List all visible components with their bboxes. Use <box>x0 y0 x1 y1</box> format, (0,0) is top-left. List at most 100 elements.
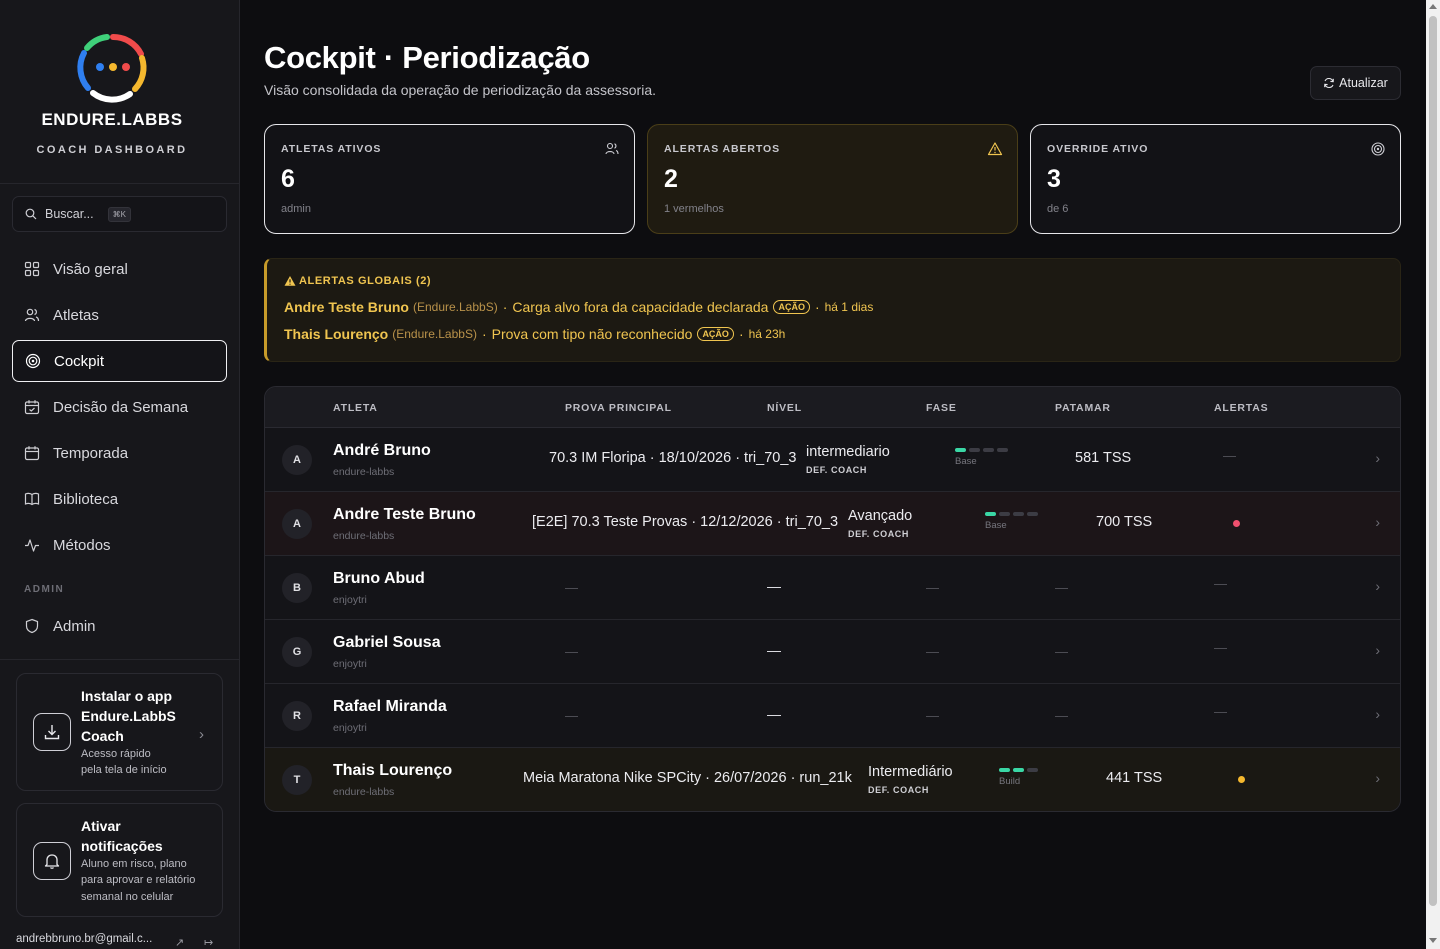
scroll-up-arrow-icon[interactable] <box>1429 4 1437 9</box>
stat-label: ALERTAS ABERTOS <box>664 143 780 155</box>
level-value: Intermediário <box>868 764 953 780</box>
alert-action-badge: AÇÃO <box>773 300 810 314</box>
alert-action-badge: AÇÃO <box>697 327 734 341</box>
level-value: Avançado <box>848 508 913 524</box>
nav-item-admin[interactable]: Admin <box>12 605 227 647</box>
column-header-nivel: NÍVEL <box>767 402 802 414</box>
phase-indicator: Build <box>999 768 1038 787</box>
tss-empty: — <box>1055 708 1068 723</box>
stat-value: 3 <box>1047 165 1061 193</box>
install-app-title: Instalar o app Endure.LabbS Coach <box>81 688 176 744</box>
phase-indicator: Base <box>985 512 1038 531</box>
main-race: [E2E] 70.3 Teste Provas · 12/12/2026 · t… <box>532 514 839 530</box>
scrollbar-thumb[interactable] <box>1429 16 1437 906</box>
athlete-org: enjoytri <box>333 594 367 606</box>
external-link-icon[interactable]: ↗ <box>175 936 184 949</box>
scroll-down-arrow-icon[interactable] <box>1429 938 1437 943</box>
stat-value: 2 <box>664 165 678 193</box>
alert-empty: — <box>1223 448 1236 463</box>
brand-block: ENDURE.LABBS COACH DASHBOARD <box>0 0 239 184</box>
phase-bars <box>985 512 1038 516</box>
chevron-right-icon[interactable]: › <box>1375 642 1380 658</box>
nav-item-biblioteca[interactable]: Biblioteca <box>12 478 227 520</box>
nav-item-cockpit[interactable]: Cockpit <box>12 340 227 382</box>
alert-message: Prova com tipo não reconhecido <box>491 326 693 342</box>
page-subtitle: Visão consolidada da operação de periodi… <box>264 82 657 98</box>
phase-empty: — <box>926 708 939 723</box>
stat-sub: admin <box>281 203 311 215</box>
enable-notifications-card[interactable]: Ativar notificações Aluno em risco, plan… <box>16 803 223 917</box>
phase-bars <box>999 768 1038 772</box>
athlete-name: Rafael Miranda <box>333 698 447 715</box>
avatar: A <box>282 445 312 475</box>
avatar: T <box>282 765 312 795</box>
phase-label: Base <box>955 456 977 467</box>
grid-icon <box>24 261 40 277</box>
chevron-right-icon[interactable]: › <box>1375 770 1380 786</box>
table-row[interactable]: R Rafael Miranda enjoytri — — — — — › <box>265 684 1400 748</box>
nav-item-visao-geral[interactable]: Visão geral <box>12 248 227 290</box>
athlete-name: Gabriel Sousa <box>333 634 441 651</box>
stat-value: 6 <box>281 165 295 193</box>
admin-section-heading: ADMIN <box>24 584 65 595</box>
stat-label: OVERRIDE ATIVO <box>1047 143 1149 155</box>
user-email: andrebbruno.br@gmail.c... <box>16 933 153 945</box>
refresh-button[interactable]: Atualizar <box>1310 66 1401 100</box>
shield-icon <box>25 618 39 634</box>
level-tag: DEF. COACH <box>848 529 910 539</box>
nav-item-decisao-da-semana[interactable]: Decisão da Semana <box>12 386 227 428</box>
avatar: B <box>282 573 312 603</box>
nav-label: Cockpit <box>54 352 105 370</box>
alert-separator: · <box>814 299 820 315</box>
search-label: Buscar... <box>45 207 94 221</box>
search-icon <box>25 208 37 220</box>
sidebar-divider <box>0 659 239 660</box>
alert-dot-amber <box>1238 776 1245 783</box>
nav-label: Visão geral <box>53 260 128 278</box>
table-row[interactable]: G Gabriel Sousa enjoytri — — — — — › <box>265 620 1400 684</box>
table-row[interactable]: A André Bruno endure-labbs 70.3 IM Flori… <box>265 428 1400 492</box>
install-app-desc-line2: pela tela de início <box>81 764 167 776</box>
athlete-org: endure-labbs <box>333 530 395 542</box>
alert-dot-red <box>1233 520 1240 527</box>
table-row[interactable]: B Bruno Abud enjoytri — — — — — › <box>265 556 1400 620</box>
phase-label: Build <box>999 776 1021 787</box>
nav-label: Métodos <box>53 536 111 554</box>
target-icon <box>1371 142 1385 156</box>
endure-labbs-logo <box>77 33 147 103</box>
nav-item-metodos[interactable]: Métodos <box>12 524 227 566</box>
main-race: 70.3 IM Floripa · 18/10/2026 · tri_70_3 <box>549 450 797 466</box>
activity-icon <box>25 539 39 552</box>
nav-item-atletas[interactable]: Atletas <box>12 294 227 336</box>
global-alerts-panel: ALERTAS GLOBAIS (2) Andre Teste Bruno (E… <box>264 258 1401 362</box>
alert-age: há 23h <box>748 327 786 341</box>
search-box[interactable]: Buscar... ⌘K <box>12 196 227 232</box>
chevron-right-icon[interactable]: › <box>1375 450 1380 466</box>
chevron-right-icon: › <box>199 726 204 743</box>
refresh-label: Atualizar <box>1339 76 1388 90</box>
global-alert-item[interactable]: Andre Teste Bruno (Endure.LabbS) · Carga… <box>284 299 873 315</box>
table-row[interactable]: T Thais Lourenço endure-labbs Meia Marat… <box>265 748 1400 811</box>
athlete-name: Thais Lourenço <box>333 762 453 779</box>
brand-subtitle: COACH DASHBOARD <box>36 144 188 156</box>
level-value: intermediario <box>806 444 890 460</box>
nav-label: Atletas <box>53 306 99 324</box>
stat-sub: de 6 <box>1047 203 1069 215</box>
page-scrollbar[interactable] <box>1426 0 1440 949</box>
phase-empty: — <box>926 644 939 659</box>
install-app-card[interactable]: Instalar o app Endure.LabbS Coach Acesso… <box>16 673 223 791</box>
nav-item-temporada[interactable]: Temporada <box>12 432 227 474</box>
chevron-right-icon[interactable]: › <box>1375 514 1380 530</box>
main-race: Meia Maratona Nike SPCity · 26/07/2026 ·… <box>523 770 852 786</box>
global-alert-item[interactable]: Thais Lourenço (Endure.LabbS) · Prova co… <box>284 326 785 342</box>
chevron-right-icon[interactable]: › <box>1375 578 1380 594</box>
enable-notifications-desc-line1: Aluno em risco, plano <box>81 858 187 870</box>
download-icon <box>33 713 71 751</box>
athlete-org: enjoytri <box>333 722 367 734</box>
alert-age: há 1 dias <box>824 300 874 314</box>
table-row[interactable]: A Andre Teste Bruno endure-labbs [E2E] 7… <box>265 492 1400 556</box>
chevron-right-icon[interactable]: › <box>1375 706 1380 722</box>
stat-card-atletas-ativos: ATLETAS ATIVOS 6 admin <box>264 124 635 234</box>
alert-org: (Endure.LabbS) <box>392 327 477 341</box>
logout-icon[interactable]: ↦ <box>204 936 213 949</box>
